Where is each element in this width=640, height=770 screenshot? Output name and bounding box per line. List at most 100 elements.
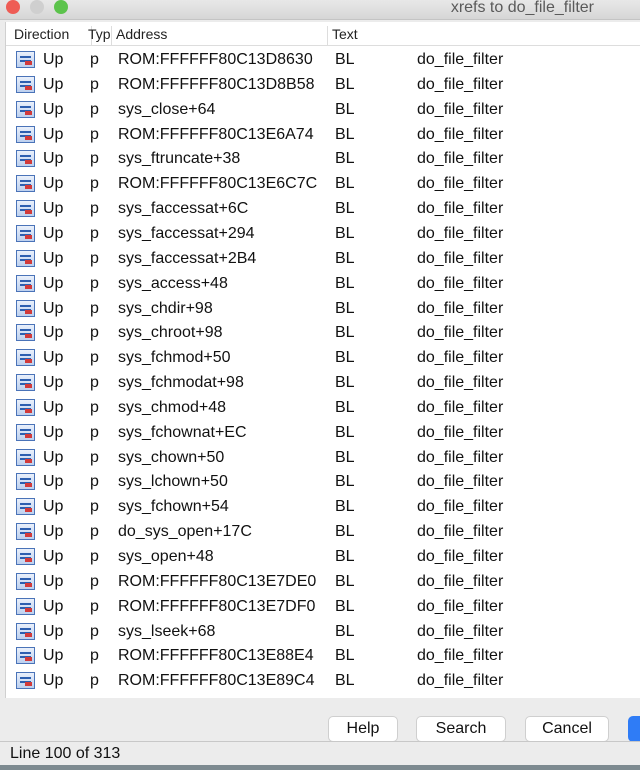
xref-icon: [16, 647, 35, 665]
table-row[interactable]: Up p sys_fchownat+EC BL do_file_filter: [6, 421, 640, 445]
table-row[interactable]: Up p sys_chroot+98 BL do_file_filter: [6, 321, 640, 345]
xref-icon: [16, 672, 35, 690]
table-row[interactable]: Up p ROM:FFFFFF80C13E6A74 BL do_file_filter: [6, 123, 640, 147]
table-row[interactable]: Up p do_sys_open+17C BL do_file_filter: [6, 520, 640, 544]
cell-type: p: [90, 75, 99, 93]
cell-text: do_file_filter: [417, 647, 504, 665]
cell-address: ROM:FFFFFF80C13E7DF0: [118, 597, 316, 615]
cell-text: do_file_filter: [417, 224, 504, 242]
cell-instruction: BL: [335, 200, 355, 218]
cell-direction: Up: [43, 249, 64, 267]
status-bar: Line 100 of 313: [0, 741, 640, 765]
help-button[interactable]: Help: [328, 716, 398, 742]
cell-address: sys_fchownat+EC: [118, 423, 247, 441]
cell-address: sys_faccessat+2B4: [118, 249, 257, 267]
table-row[interactable]: Up p sys_faccessat+294 BL do_file_filter: [6, 222, 640, 246]
cell-address: sys_ftruncate+38: [118, 150, 241, 168]
cell-type: p: [90, 423, 99, 441]
search-button[interactable]: Search: [416, 716, 506, 742]
cell-instruction: BL: [335, 75, 355, 93]
table-row[interactable]: Up p sys_faccessat+6C BL do_file_filter: [6, 197, 640, 221]
close-window-button[interactable]: [6, 0, 20, 14]
cell-text: do_file_filter: [417, 398, 504, 416]
cell-type: p: [90, 498, 99, 516]
cell-direction: Up: [43, 75, 64, 93]
cell-type: p: [90, 51, 99, 68]
cell-direction: Up: [43, 622, 64, 640]
xref-icon: [16, 100, 35, 118]
ok-button[interactable]: [628, 716, 640, 742]
cell-instruction: BL: [335, 224, 355, 242]
cell-direction: Up: [43, 473, 64, 491]
cell-text: do_file_filter: [417, 299, 504, 317]
column-direction[interactable]: Direction: [10, 26, 92, 46]
table-row[interactable]: Up p sys_lchown+50 BL do_file_filter: [6, 470, 640, 494]
xref-icon: [16, 448, 35, 466]
table-row[interactable]: Up p ROM:FFFFFF80C13E7DE0 BL do_file_filter: [6, 570, 640, 594]
cell-direction: Up: [43, 672, 64, 690]
title-bar: xrefs to do_file_filter: [0, 0, 640, 20]
zoom-window-button[interactable]: [54, 0, 68, 14]
cell-address: sys_faccessat+6C: [118, 200, 249, 218]
table-row[interactable]: Up p ROM:FFFFFF80C13E89C4 BL do_file_filter: [6, 669, 640, 693]
table-row[interactable]: Up p sys_chmod+48 BL do_file_filter: [6, 396, 640, 420]
cell-direction: Up: [43, 647, 64, 665]
cell-text: do_file_filter: [417, 150, 504, 168]
cell-type: p: [90, 125, 99, 143]
table-row[interactable]: Up p ROM:FFFFFF80C13E88E4 BL do_file_filter: [6, 644, 640, 668]
cancel-button[interactable]: Cancel: [525, 716, 609, 742]
table-row[interactable]: Up p sys_faccessat+2B4 BL do_file_filter: [6, 247, 640, 271]
cell-direction: Up: [43, 349, 64, 367]
xref-icon: [16, 51, 35, 68]
cell-type: p: [90, 150, 99, 168]
cell-type: p: [90, 398, 99, 416]
table-row[interactable]: Up p ROM:FFFFFF80C13E7DF0 BL do_file_filter: [6, 595, 640, 619]
minimize-window-button[interactable]: [30, 0, 44, 14]
table-row[interactable]: Up p sys_fchown+54 BL do_file_filter: [6, 495, 640, 519]
cell-address: ROM:FFFFFF80C13E6C7C: [118, 175, 318, 193]
cell-instruction: BL: [335, 349, 355, 367]
xref-icon: [16, 175, 35, 193]
cell-type: p: [90, 597, 99, 615]
table-row[interactable]: Up p sys_fchmod+50 BL do_file_filter: [6, 346, 640, 370]
cell-direction: Up: [43, 175, 64, 193]
xref-icon: [16, 224, 35, 242]
table-row[interactable]: Up p sys_access+48 BL do_file_filter: [6, 272, 640, 296]
column-type[interactable]: Typ: [84, 26, 112, 46]
table-row[interactable]: Up p sys_chdir+98 BL do_file_filter: [6, 297, 640, 321]
cell-text: do_file_filter: [417, 175, 504, 193]
cell-direction: Up: [43, 523, 64, 541]
cell-address: sys_fchmod+50: [118, 349, 231, 367]
cell-instruction: BL: [335, 150, 355, 168]
xref-icon: [16, 299, 35, 317]
table-row[interactable]: Up p ROM:FFFFFF80C13D8630 BL do_file_filter: [6, 48, 640, 72]
cell-instruction: BL: [335, 398, 355, 416]
cell-direction: Up: [43, 548, 64, 565]
column-address[interactable]: Address: [112, 26, 328, 46]
table-row[interactable]: Up p ROM:FFFFFF80C13D8B58 BL do_file_filter: [6, 73, 640, 97]
xref-icon: [16, 374, 35, 392]
table-row[interactable]: Up p ROM:FFFFFF80C13E6C7C BL do_file_filter: [6, 172, 640, 196]
table-row[interactable]: Up p sys_lseek+68 BL do_file_filter: [6, 620, 640, 644]
table-row[interactable]: Up p sys_fchmodat+98 BL do_file_filter: [6, 371, 640, 395]
window-title: xrefs to do_file_filter: [450, 0, 594, 16]
cell-instruction: BL: [335, 324, 355, 342]
cell-direction: Up: [43, 498, 64, 516]
table-row[interactable]: Up p sys_open+48 BL do_file_filter: [6, 545, 640, 569]
xref-icon: [16, 548, 35, 565]
xref-icon: [16, 274, 35, 292]
cell-direction: Up: [43, 299, 64, 317]
cell-type: p: [90, 200, 99, 218]
table-row[interactable]: Up p sys_close+64 BL do_file_filter: [6, 98, 640, 122]
cell-text: do_file_filter: [417, 597, 504, 615]
cell-text: do_file_filter: [417, 125, 504, 143]
column-text[interactable]: Text: [328, 26, 640, 46]
xref-icon: [16, 150, 35, 168]
table-row[interactable]: Up p sys_ftruncate+38 BL do_file_filter: [6, 147, 640, 171]
cell-direction: Up: [43, 100, 64, 118]
cell-type: p: [90, 523, 99, 541]
xref-icon: [16, 597, 35, 615]
cell-instruction: BL: [335, 498, 355, 516]
cell-address: ROM:FFFFFF80C13E89C4: [118, 672, 315, 690]
table-row[interactable]: Up p sys_chown+50 BL do_file_filter: [6, 446, 640, 470]
